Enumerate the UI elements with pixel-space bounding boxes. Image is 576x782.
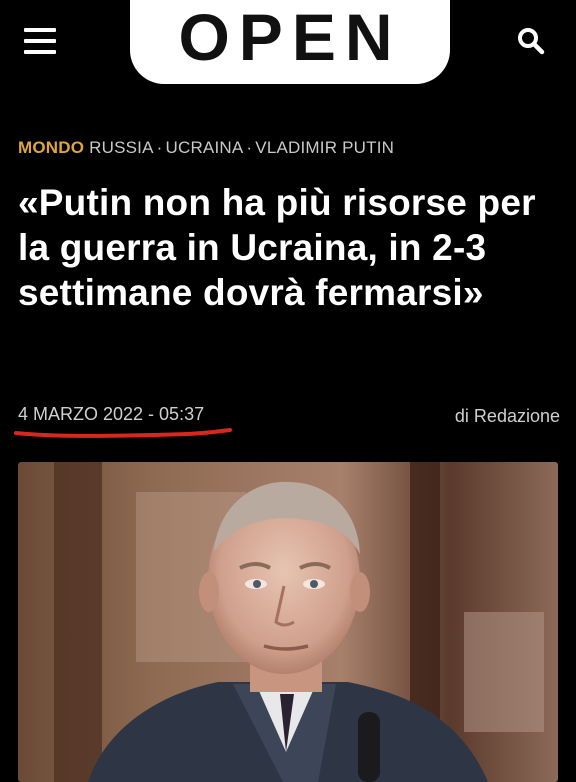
breadcrumb-separator: · — [246, 138, 253, 157]
logo-text: OPEN — [178, 0, 402, 74]
publish-date: 4 MARZO 2022 - 05:37 — [18, 404, 205, 424]
hamburger-menu-icon[interactable] — [22, 26, 66, 56]
red-underline-annotation — [14, 428, 232, 438]
article-photo — [18, 462, 558, 782]
article-byline: di Redazione — [454, 406, 560, 426]
breadcrumb-section[interactable]: MONDO — [18, 138, 84, 157]
top-navigation-bar: OPEN — [0, 0, 576, 100]
breadcrumb: MONDO RUSSIA · UCRAINA · VLADIMIR PUTIN — [18, 138, 394, 158]
breadcrumb-tag[interactable]: VLADIMIR PUTIN — [255, 138, 394, 157]
search-icon[interactable] — [514, 24, 548, 58]
site-logo[interactable]: OPEN — [130, 0, 450, 84]
breadcrumb-tag[interactable]: RUSSIA — [89, 138, 154, 157]
breadcrumb-tag[interactable]: UCRAINA — [165, 138, 243, 157]
article-headline: «Putin non ha più risorse per la guerra … — [18, 182, 536, 313]
breadcrumb-separator: · — [156, 138, 163, 157]
